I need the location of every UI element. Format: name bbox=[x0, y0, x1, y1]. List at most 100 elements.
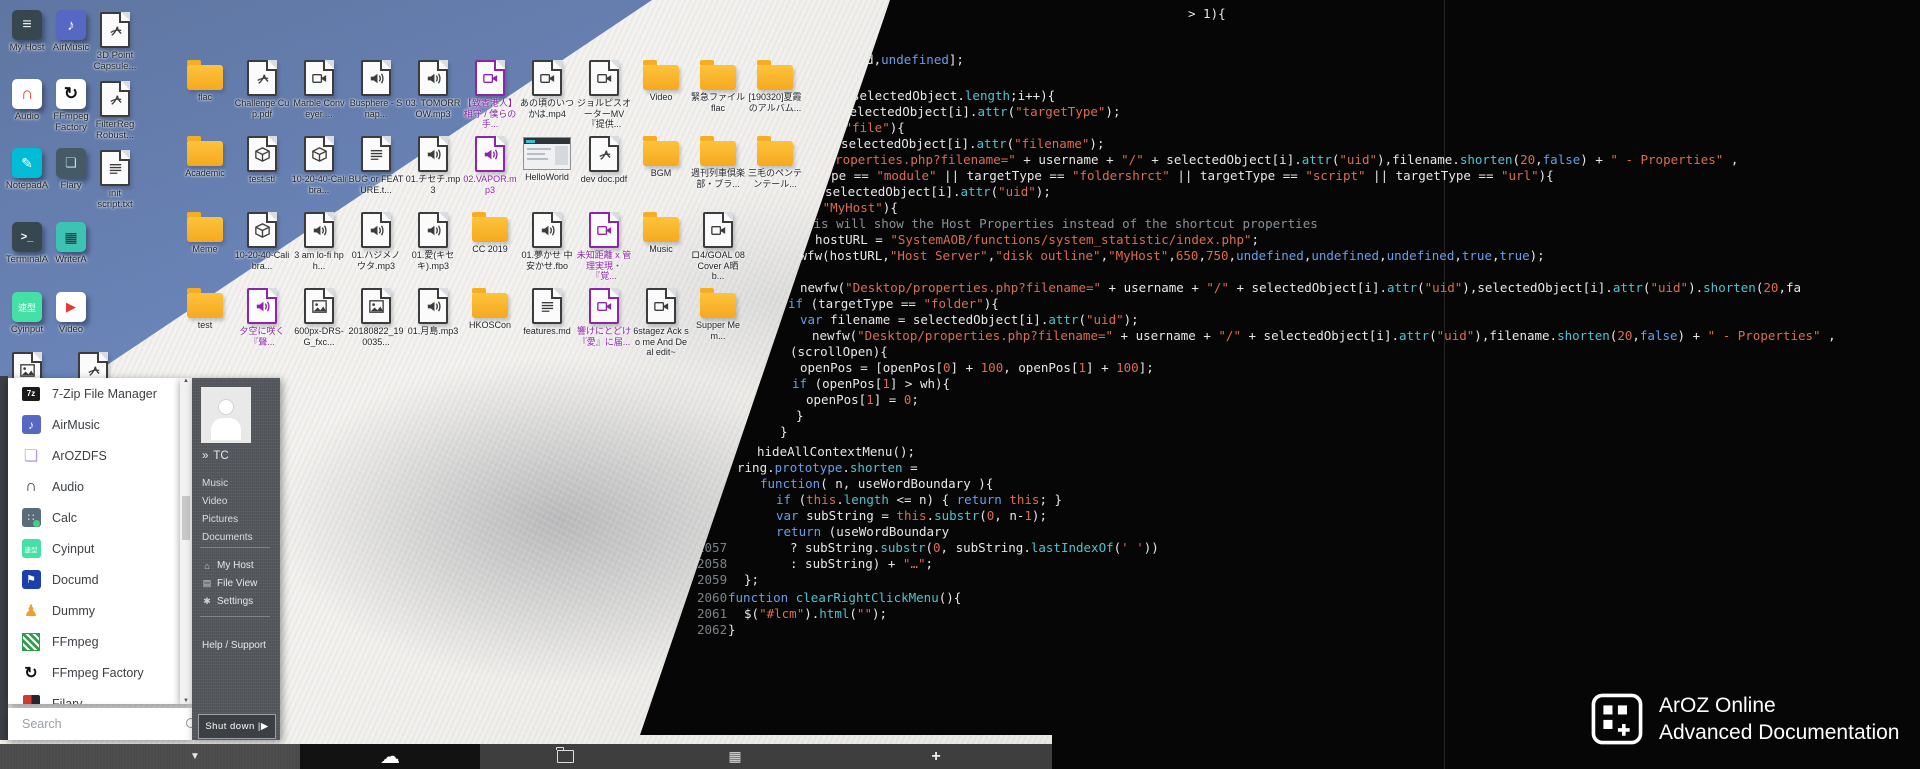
search-input[interactable] bbox=[20, 716, 185, 732]
desktop-icon-01-mp3[interactable]: 01.月島.mp3 bbox=[405, 288, 461, 337]
app-flary[interactable]: ❏Flary bbox=[49, 148, 93, 192]
desktop-icon-600px-drs-g-fxc[interactable]: 600px-DRS-G_fxc... bbox=[291, 288, 347, 347]
panel-link-my-host[interactable]: ⌂My Host bbox=[202, 560, 254, 571]
desktop-icon-[interactable]: 【致香港人】相守 / 僕らの手... bbox=[462, 60, 518, 130]
desktop-icon-[interactable]: 夕空に咲く『聲... bbox=[234, 288, 290, 347]
menu-item-calc[interactable]: ∷Calc bbox=[8, 502, 180, 533]
desktop-icon-video[interactable]: Video bbox=[633, 60, 689, 103]
desktop-icon-academic[interactable]: Academic bbox=[177, 136, 233, 179]
code-line: } bbox=[796, 408, 804, 424]
taskbar-chevron-icon[interactable]: ▼ bbox=[175, 744, 215, 769]
desktop-icon-test-stl[interactable]: test.stl bbox=[234, 136, 290, 185]
place-link-pictures[interactable]: Pictures bbox=[202, 514, 238, 525]
desktop-icon-bug-or-feature-t[interactable]: BUG or FEATURE.t... bbox=[348, 136, 404, 195]
desktop-icon-01-mp3[interactable]: 01.愛(キセキ).mp3 bbox=[405, 212, 461, 271]
menu-item-arozdfs[interactable]: ❏ArOZDFS bbox=[8, 440, 180, 471]
icon-label: 02.VAPOR.mp3 bbox=[462, 174, 518, 195]
menu-item-audio[interactable]: ∩Audio bbox=[8, 471, 180, 502]
menu-item-airmusic[interactable]: ♪AirMusic bbox=[8, 409, 180, 440]
desktop-icon-01-mp3[interactable]: 01.チセチ.mp3 bbox=[405, 136, 461, 195]
desktop-icon-marble-conveyer[interactable]: Marble Conveyer ... bbox=[291, 60, 347, 119]
app-my-host[interactable]: ≡My Host bbox=[5, 10, 49, 54]
app-video[interactable]: ▶Video bbox=[49, 292, 93, 336]
desktop-icon-6stagez-ack-so-me-and-deal-edit[interactable]: 6stagez Ack so me And Deal edit~ bbox=[633, 288, 689, 358]
desktop-icon-mv[interactable]: ジョルピスオーターMV『提供... bbox=[576, 60, 632, 130]
aroz-logo: ArOZ Online Advanced Documentation bbox=[1588, 690, 1900, 748]
place-link-documents[interactable]: Documents bbox=[202, 532, 253, 543]
panel-link-settings[interactable]: ✱Settings bbox=[202, 596, 253, 607]
code-line: newfw("Desktop/properties.php?filename="… bbox=[812, 328, 1836, 344]
desktop-icon-busphere-snap[interactable]: Busphere - Snap... bbox=[348, 60, 404, 119]
app-notepada[interactable]: ✎NotepadA bbox=[5, 148, 49, 192]
menu-item-7-zip-file-manager[interactable]: 7z7-Zip File Manager bbox=[8, 378, 180, 409]
desktop-icon-[interactable]: 響けにとどけ『愛』に届... bbox=[576, 288, 632, 347]
scrollbar-thumb[interactable] bbox=[182, 496, 190, 540]
help-support-link[interactable]: Help / Support bbox=[202, 640, 266, 651]
desktop-icon-dev-doc-pdf[interactable]: dev doc.pdf bbox=[576, 136, 632, 185]
desktop-icon-bgm[interactable]: BGM bbox=[633, 136, 689, 179]
code-line: openPos = [openPos[0] + 100, openPos[1] … bbox=[800, 360, 1154, 376]
desktop-icon-hkoscon[interactable]: HKOSCon bbox=[462, 288, 518, 331]
doc-3d-point-capsule[interactable]: 3D Point Capsule... bbox=[93, 12, 137, 72]
app-cyinput[interactable]: 速型Cyinput bbox=[5, 292, 49, 336]
desktop-icon-meme[interactable]: Meme bbox=[177, 212, 233, 255]
desktop-icon-01-mp3[interactable]: 01.ハジメノウタ.mp3 bbox=[348, 212, 404, 271]
desktop-icon-[interactable]: 週刊列車倶楽部・ブラ... bbox=[690, 136, 746, 189]
doc-init-script[interactable]: init script.txt bbox=[93, 150, 137, 210]
code-line: }; bbox=[744, 572, 759, 588]
app-terminala[interactable]: >_TerminalA bbox=[5, 222, 49, 266]
desktop-icon-10-20-40-calibra[interactable]: 10-20-40-Calibra... bbox=[291, 136, 347, 195]
desktop-icon-challenge-cup-pdf[interactable]: Challenge Cup.pdf bbox=[234, 60, 290, 119]
scroll-up-icon[interactable]: ▲ bbox=[183, 378, 189, 384]
menu-item-ffmpeg[interactable]: FFmpeg bbox=[8, 626, 180, 657]
desktop-icon-02-vapor-mp3[interactable]: 02.VAPOR.mp3 bbox=[462, 136, 518, 195]
scroll-down-icon[interactable]: ▼ bbox=[183, 698, 189, 704]
desktop-icon-music[interactable]: Music bbox=[633, 212, 689, 255]
desktop-icon-test[interactable]: test bbox=[177, 288, 233, 331]
code-line: } bbox=[728, 622, 736, 638]
panel-link-file-view[interactable]: ▤File View bbox=[202, 578, 257, 589]
app-airmusic[interactable]: ♪AirMusic bbox=[49, 10, 93, 54]
desktop-icon-mp4[interactable]: あの頃のいつかは.mp4 bbox=[519, 60, 575, 119]
menu-item-ffmpeg-factory[interactable]: ↻FFmpeg Factory bbox=[8, 657, 180, 688]
desktop-icon-helloworld[interactable]: HelloWorld bbox=[519, 136, 575, 183]
desktop-icon-03-tomorrow-mp3[interactable]: 03. TOMORROW.mp3 bbox=[405, 60, 461, 119]
icon-label: flac bbox=[177, 92, 233, 103]
desktop-icon-x[interactable]: 未知距離 x 管理実現・『覚... bbox=[576, 212, 632, 282]
desktop-icon-01-fbo[interactable]: 01.夢かせ 中安かせ.fbo bbox=[519, 212, 575, 271]
desktop-icon-20180822-190035[interactable]: 20180822_190035... bbox=[348, 288, 404, 347]
desktop-icon-flac[interactable]: flac bbox=[177, 60, 233, 103]
desktop-icon-flac[interactable]: 緊急ファイル flac bbox=[690, 60, 746, 113]
menu-item-cyinput[interactable]: 速型Cyinput bbox=[8, 533, 180, 564]
desktop-icon-10-20-40-calibra[interactable]: 10-20-40-Calibra... bbox=[234, 212, 290, 271]
start-menu-scrollbar[interactable]: ▲ ▼ bbox=[180, 378, 192, 704]
app-audio[interactable]: ∩Audio bbox=[5, 79, 49, 123]
icon-label: Video bbox=[49, 325, 93, 336]
desktop-icon-features-md[interactable]: features.md bbox=[519, 288, 575, 337]
menu-item-filary[interactable]: Filary bbox=[8, 688, 180, 704]
taskbar-tab-media[interactable]: ▦ bbox=[650, 744, 820, 769]
place-link-video[interactable]: Video bbox=[202, 496, 227, 507]
taskbar-tab-files[interactable] bbox=[480, 744, 650, 769]
app-ffmpeg-factory[interactable]: ↻FFmpeg Factory bbox=[49, 79, 93, 133]
shutdown-button[interactable]: Shut down |▶ bbox=[198, 714, 276, 739]
desktop-icon-supper-mem[interactable]: Supper Mem... bbox=[690, 288, 746, 341]
taskbar-tab-cloud[interactable]: ☁ bbox=[300, 744, 480, 769]
place-link-music[interactable]: Music bbox=[202, 478, 228, 489]
avatar bbox=[201, 387, 251, 443]
app-writera[interactable]: ▦WriterA bbox=[49, 222, 93, 266]
desktop-icon-3-am-lo-fi-hph[interactable]: 3 am lo-fi hph... bbox=[291, 212, 347, 271]
menu-item-dummy[interactable]: ♟Dummy bbox=[8, 595, 180, 626]
aroz-logo-icon bbox=[1588, 690, 1646, 748]
code-line: var subString = this.substr(0, n-1); bbox=[776, 508, 1047, 524]
desktop-icon-cc-2019[interactable]: CC 2019 bbox=[462, 212, 518, 255]
app-window-thumbnail-icon bbox=[523, 137, 571, 170]
start-menu: 7z7-Zip File Manager♪AirMusic❏ArOZDFS∩Au… bbox=[0, 376, 280, 740]
user-name[interactable]: » TC bbox=[202, 450, 229, 462]
taskbar-tab-new[interactable]: + bbox=[820, 744, 1052, 769]
desktop-icon-4-goal-08-cover-a-b[interactable]: ロ4/GOAL 08 Cover A晒 b... bbox=[690, 212, 746, 282]
desktop-icon-190320[interactable]: [190320]夏霞のアルバム... bbox=[747, 60, 803, 113]
menu-item-documd[interactable]: ⚑Documd bbox=[8, 564, 180, 595]
desktop-icon-[interactable]: 三毛のペンテンテール... bbox=[747, 136, 803, 189]
doc-filterreg[interactable]: FilterReg Robust... bbox=[93, 81, 137, 141]
